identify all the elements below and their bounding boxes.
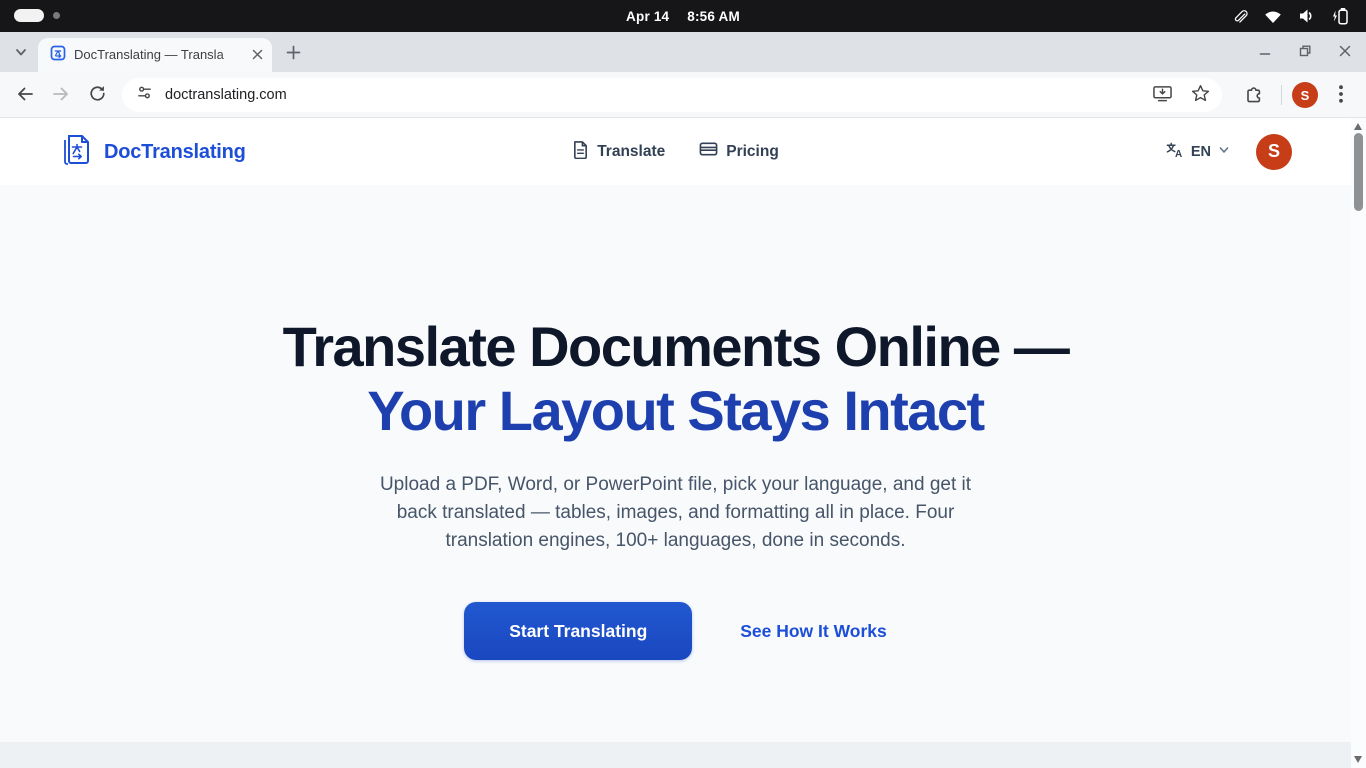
tab-title-wrap: DocTranslating — Transla (74, 46, 248, 64)
file-text-icon (572, 140, 589, 164)
nav-item-translate[interactable]: Translate (572, 140, 665, 164)
tab-close-button[interactable] (248, 46, 266, 64)
hero-subtitle-line: back translated — tables, images, and fo… (0, 499, 1351, 527)
back-button[interactable] (8, 78, 42, 112)
minimize-icon (1258, 44, 1272, 61)
scrollbar-thumb[interactable] (1354, 133, 1363, 211)
forward-button[interactable] (44, 78, 78, 112)
tune-icon site-info-button[interactable] (136, 84, 153, 106)
site-header: DocTranslating Translate Pricing A (0, 118, 1351, 185)
chevron-down-icon (1218, 144, 1230, 160)
system-clock[interactable]: Apr 14 8:56 AM (0, 0, 1366, 32)
close-icon (1338, 44, 1352, 61)
toolbar-right: S (1237, 72, 1366, 118)
active-tab[interactable]: DocTranslating — Transla (38, 38, 272, 72)
plus-icon (286, 45, 301, 63)
tab-search-button[interactable] (8, 40, 34, 66)
hero-title: Translate Documents Online — Your Layout… (0, 315, 1351, 443)
forward-icon (51, 84, 71, 107)
profile-button[interactable]: S (1292, 82, 1318, 108)
star-icon (1191, 84, 1210, 106)
reload-button[interactable] (80, 78, 114, 112)
page-viewport: DocTranslating Translate Pricing A (0, 118, 1351, 768)
date-label: Apr 14 (626, 9, 669, 24)
kebab-icon (1339, 85, 1343, 106)
back-icon (15, 84, 35, 107)
nav-label: Translate (597, 143, 665, 161)
language-selector[interactable]: A EN (1165, 140, 1230, 163)
hero-subtitle-line: Upload a PDF, Word, or PowerPoint file, … (0, 471, 1351, 499)
svg-text:A: A (1175, 149, 1182, 159)
scroll-down-icon[interactable] (1354, 756, 1362, 763)
nav-label: Pricing (726, 143, 779, 161)
language-code: EN (1191, 144, 1211, 160)
time-label: 8:56 AM (687, 9, 740, 24)
browser-tab-strip: DocTranslating — Transla (0, 32, 1366, 72)
hero-title-line1: Translate Documents Online — (0, 315, 1351, 379)
battery-icon (1332, 7, 1348, 25)
browser-menu-button[interactable] (1324, 78, 1358, 112)
chevron-down-icon (14, 45, 28, 62)
tab-favicon doc-translate-icon (50, 45, 66, 66)
translate-icon: A (1165, 140, 1184, 163)
cta-row: Start Translating See How It Works (0, 602, 1351, 660)
system-top-bar: Apr 14 8:56 AM (0, 0, 1366, 32)
credit-card-icon (699, 141, 718, 162)
browser-toolbar: doctranslating.com S (0, 72, 1366, 118)
paperclip-icon (1231, 8, 1248, 25)
window-controls (1250, 37, 1360, 67)
window-restore-button[interactable] (1290, 37, 1320, 67)
install-icon (1152, 84, 1173, 106)
hero-title-line2: Your Layout Stays Intact (0, 379, 1351, 443)
address-bar[interactable]: doctranslating.com (122, 78, 1222, 112)
site-nav: Translate Pricing (0, 118, 1351, 185)
scroll-up-icon[interactable] (1354, 123, 1362, 130)
hero-section: Translate Documents Online — Your Layout… (0, 185, 1351, 660)
extensions-icon (1244, 84, 1264, 107)
tab-title: DocTranslating — Transla (74, 47, 224, 62)
user-avatar[interactable]: S (1256, 134, 1292, 170)
tab-title-fade (220, 46, 248, 64)
system-tray[interactable] (1231, 0, 1348, 32)
profile-avatar: S (1292, 82, 1318, 108)
volume-icon (1298, 8, 1316, 24)
omnibox-actions (1152, 84, 1210, 106)
reload-icon (88, 84, 107, 106)
header-right: A EN S (1165, 118, 1292, 185)
wifi-icon (1264, 9, 1282, 24)
extensions-button[interactable] (1237, 78, 1271, 112)
window-close-button[interactable] (1330, 37, 1360, 67)
new-tab-button[interactable] (280, 41, 306, 67)
close-icon (252, 48, 263, 63)
hero-subtitle-line: translation engines, 100+ languages, don… (0, 527, 1351, 555)
window-minimize-button[interactable] (1250, 37, 1280, 67)
next-section-edge (0, 742, 1351, 768)
bookmark-star-button[interactable] (1191, 84, 1210, 106)
start-translating-button[interactable]: Start Translating (464, 602, 692, 660)
nav-item-pricing[interactable]: Pricing (699, 141, 779, 162)
hero-subtitle: Upload a PDF, Word, or PowerPoint file, … (0, 471, 1351, 555)
see-how-it-works-link[interactable]: See How It Works (740, 621, 887, 642)
restore-icon (1298, 44, 1312, 61)
page-scrollbar[interactable] (1351, 118, 1366, 768)
install-app-button[interactable] (1152, 84, 1173, 106)
toolbar-divider (1281, 85, 1282, 105)
url-text[interactable]: doctranslating.com (165, 87, 1152, 103)
